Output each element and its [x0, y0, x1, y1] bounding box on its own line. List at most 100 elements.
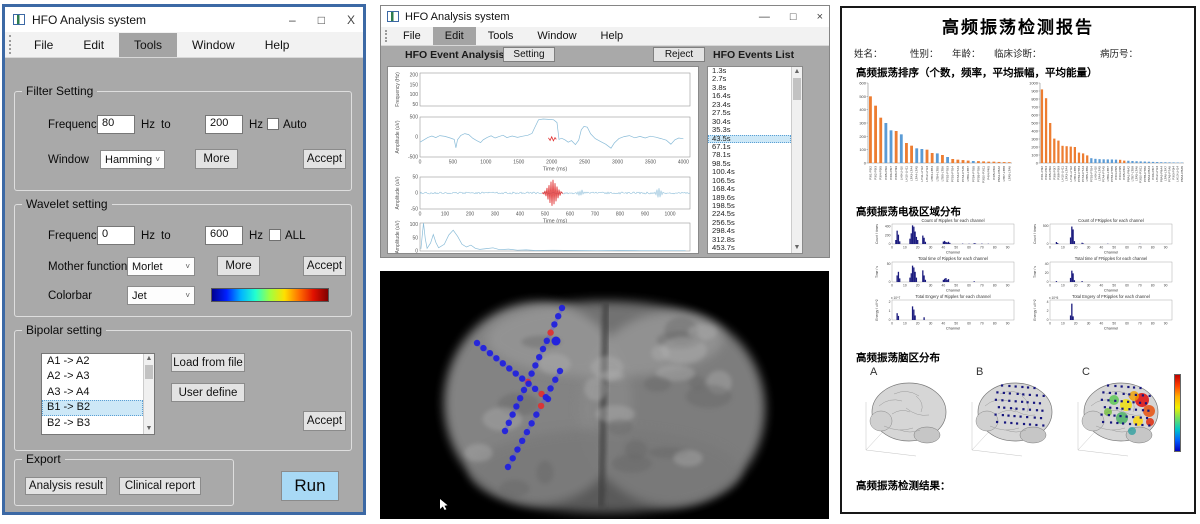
bipolar-list-item[interactable]: B1 -> B2 — [42, 400, 143, 415]
colorbar-select[interactable]: Jet˅ — [127, 286, 195, 305]
bipolar-scrollbar[interactable]: ▲ ▼ — [143, 354, 154, 434]
menu-item-edit[interactable]: Edit — [433, 27, 476, 45]
filter-more-button[interactable]: More — [195, 149, 238, 169]
filter-window-select[interactable]: Hamming˅ — [100, 150, 165, 169]
svg-text:P3I2-P3I3: P3I2-P3I3 — [874, 166, 878, 180]
svg-text:Total Engery of FRipples for e: Total Engery of FRipples for each channe… — [1072, 294, 1150, 299]
analysis-result-button[interactable]: Analysis result — [25, 477, 107, 495]
filter-window-label: Window — [48, 154, 89, 166]
svg-text:10: 10 — [1061, 284, 1065, 288]
menu-item-window[interactable]: Window — [525, 27, 588, 45]
maximize-icon[interactable]: □ — [790, 11, 797, 23]
svg-text:10: 10 — [903, 284, 907, 288]
svg-text:50: 50 — [412, 175, 418, 181]
menu-item-edit[interactable]: Edit — [68, 33, 119, 57]
brain-3d-view[interactable] — [380, 271, 829, 519]
svg-text:20: 20 — [1074, 322, 1078, 326]
field-diagnosis: 临床诊断： — [994, 46, 1042, 60]
fripple-sort-chart: 01002003004005006007008009001000P3I1-P3I… — [1024, 78, 1188, 200]
svg-text:50: 50 — [954, 322, 958, 326]
svg-text:P3I6-P3I7: P3I6-P3I7 — [889, 166, 893, 180]
svg-text:60: 60 — [967, 246, 971, 250]
events-scrollbar[interactable]: ▲ ▼ — [791, 67, 802, 253]
menu-item-tools[interactable]: Tools — [476, 27, 526, 45]
event-list-item[interactable]: 453.7s — [708, 244, 791, 252]
bipolar-listbox[interactable]: A1 -> A2A2 -> A3A3 -> A4B1 -> B2B2 -> B3… — [41, 353, 155, 435]
filter-frequency-label: Frequency — [48, 119, 102, 131]
menu-item-file[interactable]: File — [391, 27, 433, 45]
title-bar[interactable]: HFO Analysis system – □ X — [5, 7, 363, 32]
menu-item-tools[interactable]: Tools — [119, 33, 177, 57]
minimize-icon[interactable]: – — [289, 13, 296, 27]
scroll-up-icon[interactable]: ▲ — [144, 354, 154, 364]
wavelet-all-checkbox[interactable] — [269, 229, 281, 241]
svg-text:200: 200 — [466, 212, 475, 218]
load-from-file-button[interactable]: Load from file — [171, 353, 245, 372]
filter-accept-button[interactable]: Accept — [303, 149, 346, 169]
svg-text:Total time of Ripples for each: Total time of Ripples for each channel — [918, 256, 988, 261]
bipolar-accept-button[interactable]: Accept — [303, 411, 346, 431]
svg-text:30: 30 — [929, 322, 933, 326]
bipolar-list-item[interactable]: B2 -> B3 — [42, 416, 143, 431]
mother-function-select[interactable]: Morlet˅ — [127, 257, 195, 276]
scroll-down-icon[interactable]: ▼ — [792, 243, 802, 253]
toolbar-grip[interactable] — [385, 30, 388, 42]
svg-text:Total time of FRipples for eac: Total time of FRipples for each channel — [1075, 256, 1147, 261]
svg-text:40: 40 — [1100, 246, 1104, 250]
filter-setting-legend: Filter Setting — [22, 84, 97, 98]
field-record-no: 病历号： — [1100, 46, 1138, 60]
run-button[interactable]: Run — [281, 471, 339, 501]
bipolar-list-item[interactable]: A3 -> A4 — [42, 385, 143, 400]
scroll-up-icon[interactable]: ▲ — [792, 67, 802, 77]
wavelet-hz2-label: Hz — [249, 230, 263, 242]
wavelet-more-button[interactable]: More — [217, 256, 260, 276]
settings-window: HFO Analysis system – □ X FileEditToolsW… — [2, 4, 366, 515]
menu-item-file[interactable]: File — [19, 33, 68, 57]
svg-text:50: 50 — [412, 235, 418, 241]
window-title: HFO Analysis system — [405, 11, 510, 23]
brain-mesh-plain — [854, 370, 958, 462]
menu-item-window[interactable]: Window — [177, 33, 250, 57]
minimize-icon[interactable]: — — [759, 11, 770, 23]
clinical-report-button[interactable]: Clinical report — [119, 477, 201, 495]
menu-item-help[interactable]: Help — [589, 27, 636, 45]
setting-button[interactable]: Setting — [503, 47, 555, 62]
hfo-events-listbox[interactable]: 1.3s2.7s3.8s16.4s23.4s27.5s30.4s35.3s43.… — [707, 66, 803, 254]
user-define-button[interactable]: User define — [171, 383, 245, 402]
bipolar-list-item[interactable]: A1 -> A2 — [42, 354, 143, 369]
filter-auto-checkbox[interactable] — [267, 118, 279, 130]
svg-text:50: 50 — [1112, 284, 1116, 288]
svg-text:3500: 3500 — [645, 160, 656, 166]
close-icon[interactable]: X — [347, 13, 355, 27]
svg-text:90: 90 — [1006, 246, 1010, 250]
svg-text:400: 400 — [885, 224, 891, 228]
close-icon[interactable]: × — [817, 11, 823, 23]
svg-text:2: 2 — [889, 300, 891, 304]
title-bar[interactable]: HFO Analysis system — □ × — [381, 6, 829, 27]
window-title: HFO Analysis system — [32, 13, 146, 27]
svg-text:100: 100 — [410, 222, 419, 228]
bipolar-list-item[interactable]: A2 -> A3 — [42, 369, 143, 384]
svg-text:80: 80 — [993, 284, 997, 288]
svg-text:200: 200 — [1031, 145, 1038, 150]
svg-text:0: 0 — [419, 212, 422, 218]
reject-button[interactable]: Reject — [653, 47, 705, 62]
svg-text:Channel: Channel — [1104, 327, 1118, 331]
wavelet-freq-from-input[interactable]: 0 — [97, 226, 135, 245]
wavelet-freq-to-input[interactable]: 600 — [205, 226, 243, 245]
menu-item-help[interactable]: Help — [250, 33, 305, 57]
svg-text:500: 500 — [410, 115, 419, 121]
svg-text:800: 800 — [616, 212, 625, 218]
filter-freq-from-input[interactable]: 80 — [97, 115, 135, 134]
filter-freq-to-input[interactable]: 200 — [205, 115, 243, 134]
scroll-down-icon[interactable]: ▼ — [144, 424, 154, 434]
svg-text:80: 80 — [993, 322, 997, 326]
wavelet-accept-button[interactable]: Accept — [303, 256, 346, 276]
svg-text:20: 20 — [1074, 284, 1078, 288]
maximize-icon[interactable]: □ — [318, 13, 325, 27]
mini-histogram: Total Engery of FRipples for each channe… — [1030, 294, 1180, 332]
svg-text:500: 500 — [1043, 224, 1049, 228]
toolbar-grip[interactable] — [9, 35, 12, 54]
svg-text:P7B3-P7B4: P7B3-P7B4 — [951, 166, 955, 182]
svg-text:2500: 2500 — [579, 160, 590, 166]
